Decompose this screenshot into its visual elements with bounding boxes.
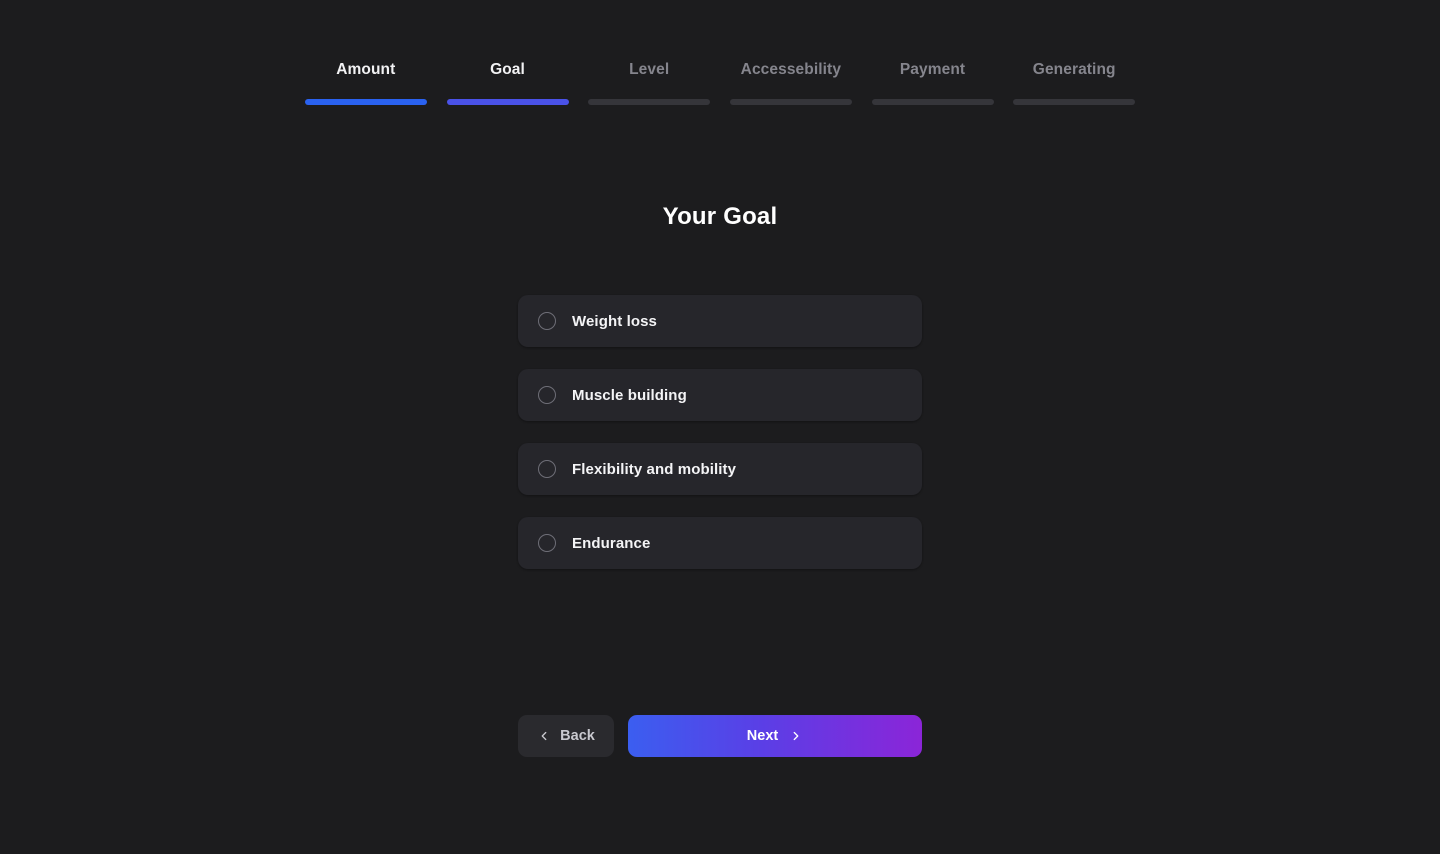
next-button-label: Next <box>746 728 779 744</box>
progress-stepper: Amount Goal Level Accessebility Payment … <box>295 60 1145 105</box>
chevron-left-icon <box>537 729 551 743</box>
stepper-bar-accessebility <box>729 99 852 105</box>
stepper-bar-payment <box>871 99 994 105</box>
stepper-bar-generating <box>1013 99 1136 105</box>
wizard-footer: Back Next <box>518 715 922 757</box>
stepper-step-level[interactable]: Level <box>578 60 720 105</box>
stepper-step-goal[interactable]: Goal <box>437 60 579 105</box>
back-button-label: Back <box>560 728 595 744</box>
option-weight-loss[interactable]: Weight loss <box>518 295 922 347</box>
stepper-label-amount: Amount <box>336 61 396 78</box>
option-label: Endurance <box>572 534 651 552</box>
stepper-bar-amount <box>304 99 427 105</box>
onboarding-screen: Amount Goal Level Accessebility Payment … <box>0 0 1440 854</box>
next-button[interactable]: Next <box>628 715 922 757</box>
back-button[interactable]: Back <box>518 715 614 757</box>
radio-circle-icon[interactable] <box>538 386 556 404</box>
option-label: Flexibility and mobility <box>572 460 737 478</box>
option-muscle-building[interactable]: Muscle building <box>518 369 922 421</box>
stepper-label-payment: Payment <box>899 61 966 78</box>
stepper-label-accessebility: Accessebility <box>740 61 842 78</box>
radio-circle-icon[interactable] <box>538 534 556 552</box>
option-endurance[interactable]: Endurance <box>518 517 922 569</box>
option-label: Weight loss <box>572 312 657 330</box>
goal-options-list: Weight loss Muscle building Flexibility … <box>518 295 922 569</box>
stepper-step-generating[interactable]: Generating <box>1003 60 1145 105</box>
option-label: Muscle building <box>572 386 687 404</box>
radio-circle-icon[interactable] <box>538 312 556 330</box>
stepper-bar-level <box>588 99 711 105</box>
stepper-bar-goal <box>446 99 569 105</box>
stepper-label-goal: Goal <box>490 61 525 78</box>
stepper-step-amount[interactable]: Amount <box>295 60 437 105</box>
stepper-label-generating: Generating <box>1032 61 1116 78</box>
option-flexibility-and-mobility[interactable]: Flexibility and mobility <box>518 443 922 495</box>
stepper-step-accessebility[interactable]: Accessebility <box>720 60 862 105</box>
stepper-label-level: Level <box>629 61 670 78</box>
radio-circle-icon[interactable] <box>538 460 556 478</box>
chevron-right-icon <box>789 729 803 743</box>
stepper-step-payment[interactable]: Payment <box>862 60 1004 105</box>
page-title: Your Goal <box>662 203 778 230</box>
